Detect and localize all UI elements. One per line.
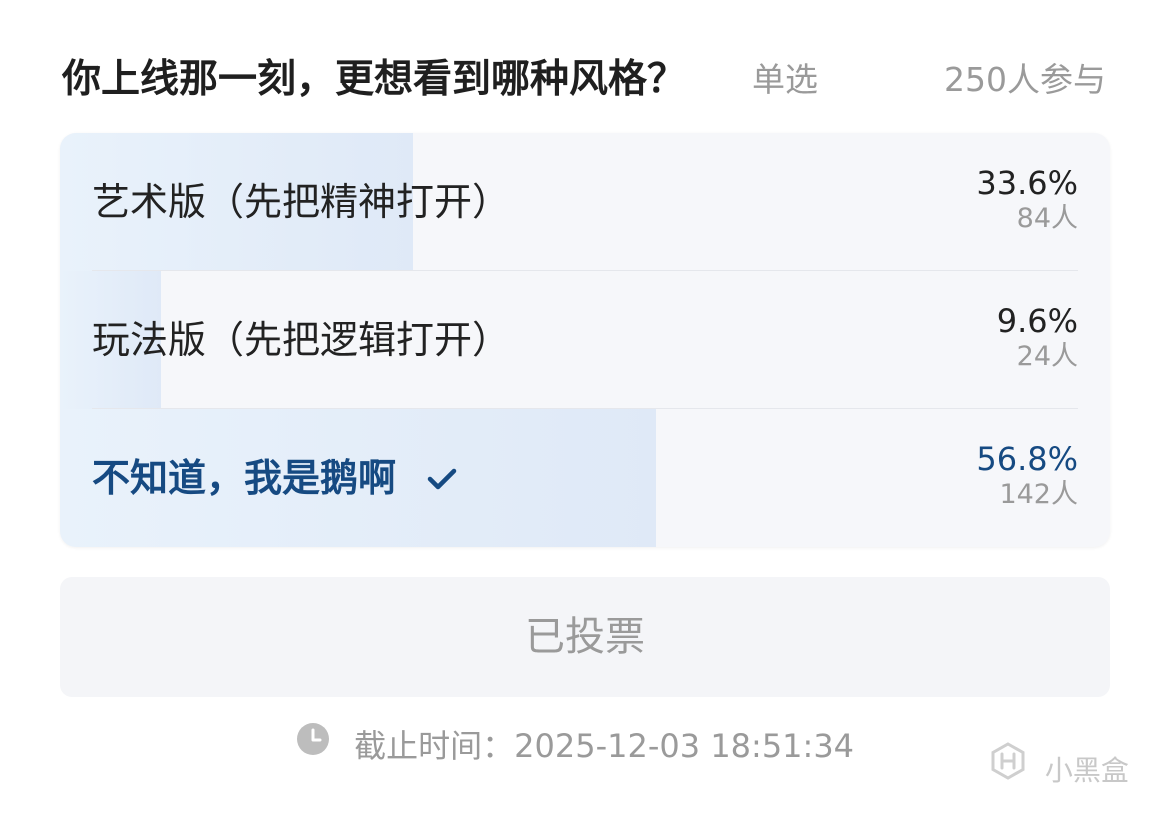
option-label-text: 艺术版（先把精神打开） bbox=[92, 180, 511, 224]
watermark: 小黑盒 bbox=[988, 742, 1129, 796]
deadline: 截止时间：2025-12-03 18:51:34 bbox=[296, 722, 854, 770]
poll-header: 你上线那一刻，更想看到哪种风格？ 单选 250人参与 bbox=[62, 52, 1110, 108]
option-label-text: 玩法版（先把逻辑打开） bbox=[92, 318, 511, 362]
option-stats: 9.6% 24人 bbox=[997, 301, 1078, 373]
option-percent: 9.6% bbox=[996, 302, 1078, 340]
poll-option-gameplay[interactable]: 玩法版（先把逻辑打开） 9.6% 24人 bbox=[60, 271, 1110, 409]
voted-button[interactable]: 已投票 bbox=[60, 577, 1110, 697]
poll-question: 你上线那一刻，更想看到哪种风格？ bbox=[62, 57, 687, 102]
option-stats: 33.6% 84人 bbox=[976, 163, 1078, 235]
poll-options: 艺术版（先把精神打开） 33.6% 84人 玩法版（先把逻辑打开） 9.6% 2… bbox=[60, 133, 1110, 547]
option-stats: 56.8% 142人 bbox=[976, 439, 1078, 511]
poll-option-goose[interactable]: 不知道，我是鹅啊 56.8% 142人 bbox=[60, 409, 1110, 547]
option-count: 84人 bbox=[1016, 203, 1078, 234]
watermark-text: 小黑盒 bbox=[1044, 754, 1129, 787]
heybox-logo-icon bbox=[988, 741, 1028, 797]
participant-count: 250人参与 bbox=[944, 60, 1106, 99]
option-label: 不知道，我是鹅啊 bbox=[92, 409, 457, 547]
poll-option-art[interactable]: 艺术版（先把精神打开） 33.6% 84人 bbox=[60, 133, 1110, 271]
option-label: 玩法版（先把逻辑打开） bbox=[92, 271, 510, 409]
option-percent: 33.6% bbox=[976, 164, 1078, 202]
deadline-text: 截止时间：2025-12-03 18:51:34 bbox=[354, 727, 855, 765]
option-count: 24人 bbox=[1016, 341, 1078, 372]
check-icon bbox=[427, 409, 457, 547]
option-percent: 56.8% bbox=[976, 440, 1078, 478]
option-count: 142人 bbox=[999, 479, 1078, 510]
option-label-text: 不知道，我是鹅啊 bbox=[92, 456, 397, 500]
option-label: 艺术版（先把精神打开） bbox=[92, 133, 510, 271]
clock-icon bbox=[296, 721, 330, 769]
poll-mode-label: 单选 bbox=[752, 60, 818, 99]
